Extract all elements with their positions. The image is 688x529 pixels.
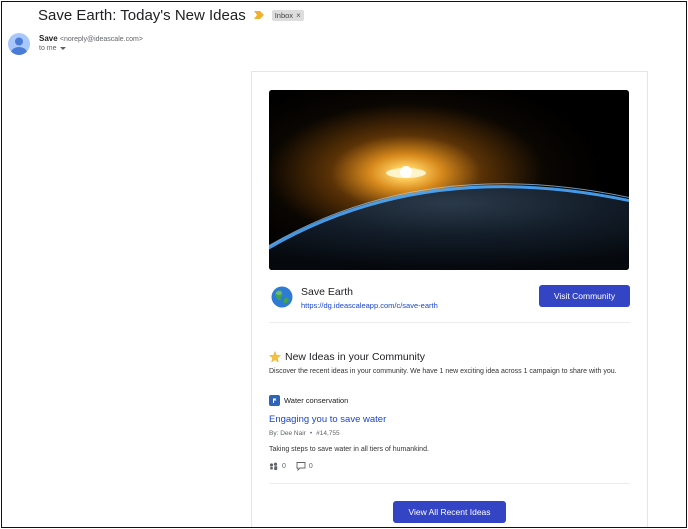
divider [269,483,630,484]
email-subject: Save Earth: Today's New Ideas [38,6,246,24]
community-row: Save Earth https://dg.ideascaleapp.com/c… [269,283,630,313]
idea-meta: By: Dee Nair • #14,755 [269,430,340,437]
idea-description: Taking steps to save water in all tiers … [269,446,429,453]
globe-icon [271,286,293,308]
vote-icon [269,462,278,470]
community-url-link[interactable]: https://dg.ideascaleapp.com/c/save-earth [301,301,438,310]
sender-row: Save <noreply@ideascale.com> [39,34,143,43]
section-title-text: New Ideas in your Community [285,351,426,363]
remove-label-icon[interactable]: × [296,11,301,20]
idea-stats: 0 0 [269,461,313,471]
hero-image [269,90,629,270]
earth-sunrise-image [269,90,629,270]
star-icon [269,351,281,363]
campaign-icon [269,395,280,406]
importance-marker-icon[interactable] [253,11,264,19]
comment-count: 0 [308,462,313,470]
recipient-text: to me [39,45,57,52]
sender-name[interactable]: Save [39,34,58,43]
sender-email: <noreply@ideascale.com> [59,36,143,43]
meta-separator: • [309,430,313,437]
view-all-ideas-button[interactable]: View All Recent Ideas [393,501,506,523]
caret-down-icon[interactable] [59,47,66,50]
inbox-label-text: Inbox [274,10,294,20]
recipient-row[interactable]: to me [39,45,66,52]
email-view: Save Earth: Today's New Ideas Inbox × Sa… [1,1,687,528]
idea-title-link[interactable]: Engaging you to save water [269,414,386,425]
vote-stat[interactable]: 0 [269,461,286,471]
campaign-name[interactable]: Water conservation [284,396,348,405]
visit-community-button[interactable]: Visit Community [539,285,630,307]
subject-row: Save Earth: Today's New Ideas Inbox × [38,6,304,24]
community-name: Save Earth [301,286,353,298]
sender-avatar[interactable] [8,33,30,55]
idea-author: By: Dee Nair [269,430,306,437]
divider [269,322,630,323]
email-body-card: Save Earth https://dg.ideascaleapp.com/c… [251,71,648,527]
comment-stat[interactable]: 0 [296,461,313,471]
comment-icon [296,462,306,471]
section-title: New Ideas in your Community [269,351,425,363]
campaign-row: Water conservation [269,395,348,406]
section-description: Discover the recent ideas in your commun… [269,368,617,375]
vote-count: 0 [282,462,286,470]
inbox-label[interactable]: Inbox × [271,9,304,21]
idea-number: #14,755 [316,430,340,437]
person-icon [11,37,27,55]
